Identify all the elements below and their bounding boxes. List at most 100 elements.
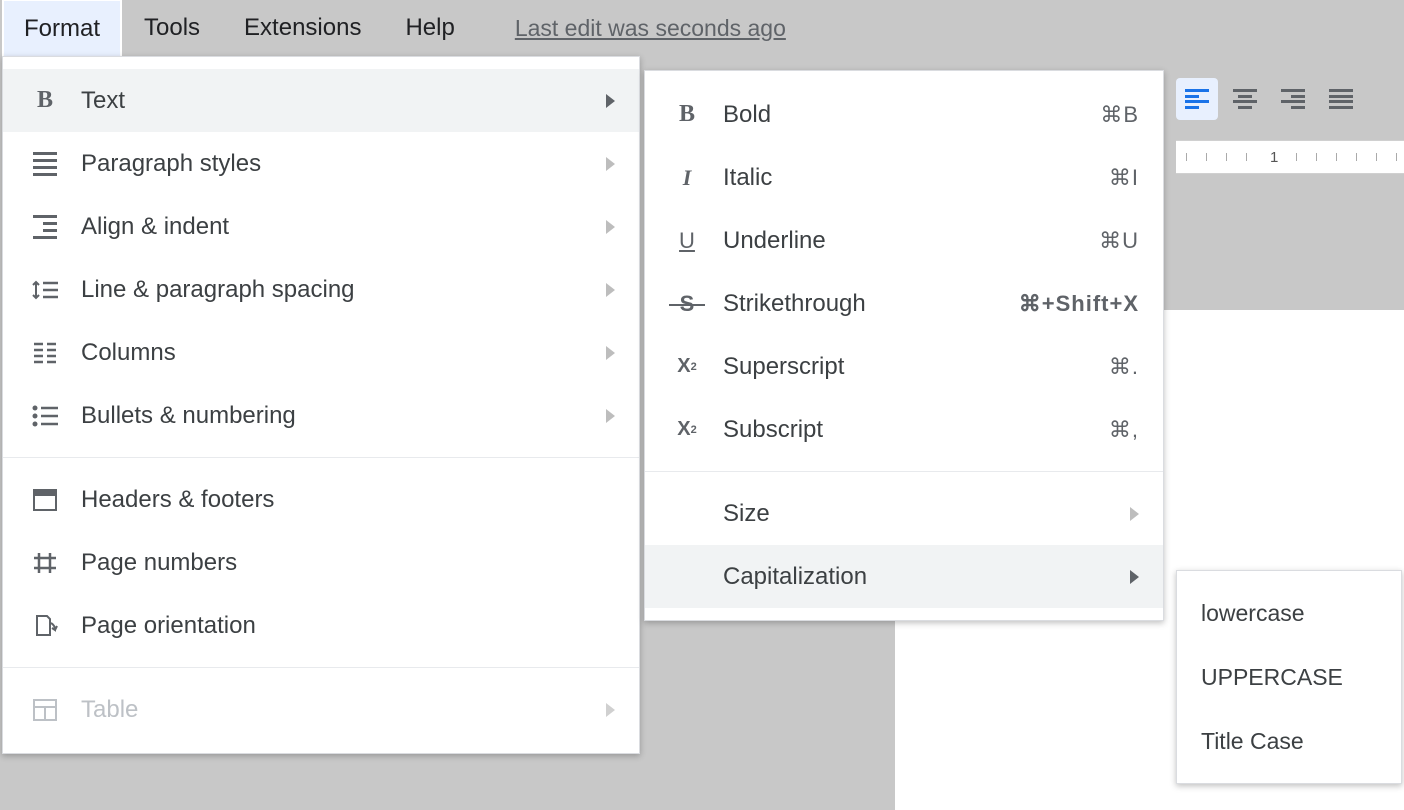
submenu-arrow-icon xyxy=(606,157,615,171)
menu-help-label: Help xyxy=(405,14,454,42)
format-columns[interactable]: Columns xyxy=(3,321,639,384)
text-subscript-label: Subscript xyxy=(723,416,1089,444)
text-italic[interactable]: I Italic ⌘I xyxy=(645,146,1163,209)
align-center-button[interactable] xyxy=(1224,78,1266,120)
format-columns-label: Columns xyxy=(81,339,586,367)
format-headers-footers[interactable]: Headers & footers xyxy=(3,468,639,531)
text-italic-shortcut: ⌘I xyxy=(1109,165,1139,191)
text-superscript-shortcut: ⌘. xyxy=(1109,354,1139,380)
text-strikethrough[interactable]: S Strikethrough ⌘+Shift+X xyxy=(645,272,1163,335)
menu-extensions-label: Extensions xyxy=(244,14,361,42)
cap-lowercase[interactable]: lowercase xyxy=(1177,581,1401,645)
align-left-icon xyxy=(1185,89,1209,109)
format-paragraph-styles[interactable]: Paragraph styles xyxy=(3,132,639,195)
menu-separator xyxy=(3,457,639,458)
line-spacing-icon xyxy=(31,276,59,304)
menu-format-label: Format xyxy=(24,15,100,43)
toolbar-fragment xyxy=(1176,74,1362,124)
format-align-indent-label: Align & indent xyxy=(81,213,586,241)
align-left-button[interactable] xyxy=(1176,78,1218,120)
align-justify-button[interactable] xyxy=(1320,78,1362,120)
italic-icon: I xyxy=(673,164,701,192)
menu-separator xyxy=(645,471,1163,472)
last-edit-link[interactable]: Last edit was seconds ago xyxy=(477,15,786,42)
text-bold[interactable]: B Bold ⌘B xyxy=(645,83,1163,146)
align-indent-icon xyxy=(31,213,59,241)
submenu-arrow-icon xyxy=(606,283,615,297)
blank-icon xyxy=(673,500,701,528)
text-underline-label: Underline xyxy=(723,227,1079,255)
format-text[interactable]: B Text xyxy=(3,69,639,132)
underline-icon: U xyxy=(673,227,701,255)
bullets-numbering-icon xyxy=(31,402,59,430)
menu-tools[interactable]: Tools xyxy=(122,0,222,58)
text-subscript-shortcut: ⌘, xyxy=(1109,417,1139,443)
subscript-icon: X2 xyxy=(673,416,701,444)
headers-footers-icon xyxy=(31,486,59,514)
text-strikethrough-shortcut: ⌘+Shift+X xyxy=(1019,291,1139,317)
table-icon xyxy=(31,696,59,724)
submenu-arrow-icon xyxy=(606,220,615,234)
align-right-icon xyxy=(1281,89,1305,109)
format-paragraph-styles-label: Paragraph styles xyxy=(81,150,586,178)
submenu-arrow-icon xyxy=(1130,570,1139,584)
text-underline-shortcut: ⌘U xyxy=(1099,228,1139,254)
page-numbers-icon xyxy=(31,549,59,577)
format-page-orientation[interactable]: Page orientation xyxy=(3,594,639,657)
align-right-button[interactable] xyxy=(1272,78,1314,120)
text-size[interactable]: Size xyxy=(645,482,1163,545)
submenu-arrow-icon xyxy=(606,94,615,108)
cap-uppercase-label: UPPERCASE xyxy=(1201,664,1377,691)
capitalization-submenu: lowercase UPPERCASE Title Case xyxy=(1176,570,1402,784)
cap-uppercase[interactable]: UPPERCASE xyxy=(1177,645,1401,709)
blank-icon xyxy=(673,563,701,591)
format-text-label: Text xyxy=(81,87,586,115)
submenu-arrow-icon xyxy=(606,346,615,360)
format-table-label: Table xyxy=(81,696,586,724)
format-line-spacing-label: Line & paragraph spacing xyxy=(81,276,586,304)
strikethrough-icon: S xyxy=(673,290,701,318)
menu-extensions[interactable]: Extensions xyxy=(222,0,383,58)
cap-lowercase-label: lowercase xyxy=(1201,600,1377,627)
text-capitalization[interactable]: Capitalization xyxy=(645,545,1163,608)
submenu-arrow-icon xyxy=(606,703,615,717)
format-page-orientation-label: Page orientation xyxy=(81,612,615,640)
format-bullets-numbering-label: Bullets & numbering xyxy=(81,402,586,430)
text-superscript[interactable]: X2 Superscript ⌘. xyxy=(645,335,1163,398)
ruler: 1 xyxy=(1176,140,1404,174)
last-edit-label: Last edit was seconds ago xyxy=(515,15,786,41)
text-superscript-label: Superscript xyxy=(723,353,1089,381)
bold-icon: B xyxy=(673,101,701,129)
columns-icon xyxy=(31,339,59,367)
submenu-arrow-icon xyxy=(1130,507,1139,521)
ruler-mark: 1 xyxy=(1270,149,1278,166)
text-size-label: Size xyxy=(723,500,1110,528)
align-justify-icon xyxy=(1329,89,1353,109)
submenu-arrow-icon xyxy=(606,409,615,423)
menu-tools-label: Tools xyxy=(144,14,200,42)
menu-help[interactable]: Help xyxy=(383,0,476,58)
page-orientation-icon xyxy=(31,612,59,640)
format-table: Table xyxy=(3,678,639,741)
format-dropdown: B Text Paragraph styles Align & indent L… xyxy=(2,56,640,754)
text-strikethrough-label: Strikethrough xyxy=(723,290,999,318)
bold-icon: B xyxy=(31,87,59,115)
format-line-spacing[interactable]: Line & paragraph spacing xyxy=(3,258,639,321)
text-subscript[interactable]: X2 Subscript ⌘, xyxy=(645,398,1163,461)
cap-titlecase[interactable]: Title Case xyxy=(1177,709,1401,773)
format-page-numbers-label: Page numbers xyxy=(81,549,615,577)
align-center-icon xyxy=(1233,89,1257,109)
text-bold-label: Bold xyxy=(723,101,1080,129)
text-underline[interactable]: U Underline ⌘U xyxy=(645,209,1163,272)
format-headers-footers-label: Headers & footers xyxy=(81,486,615,514)
cap-titlecase-label: Title Case xyxy=(1201,728,1377,755)
format-bullets-numbering[interactable]: Bullets & numbering xyxy=(3,384,639,447)
text-submenu: B Bold ⌘B I Italic ⌘I U Underline ⌘U S S… xyxy=(644,70,1164,621)
paragraph-styles-icon xyxy=(31,150,59,178)
menubar: Format Tools Extensions Help Last edit w… xyxy=(0,0,1404,56)
text-bold-shortcut: ⌘B xyxy=(1100,102,1139,128)
format-align-indent[interactable]: Align & indent xyxy=(3,195,639,258)
text-italic-label: Italic xyxy=(723,164,1089,192)
menu-format[interactable]: Format xyxy=(2,0,122,57)
format-page-numbers[interactable]: Page numbers xyxy=(3,531,639,594)
